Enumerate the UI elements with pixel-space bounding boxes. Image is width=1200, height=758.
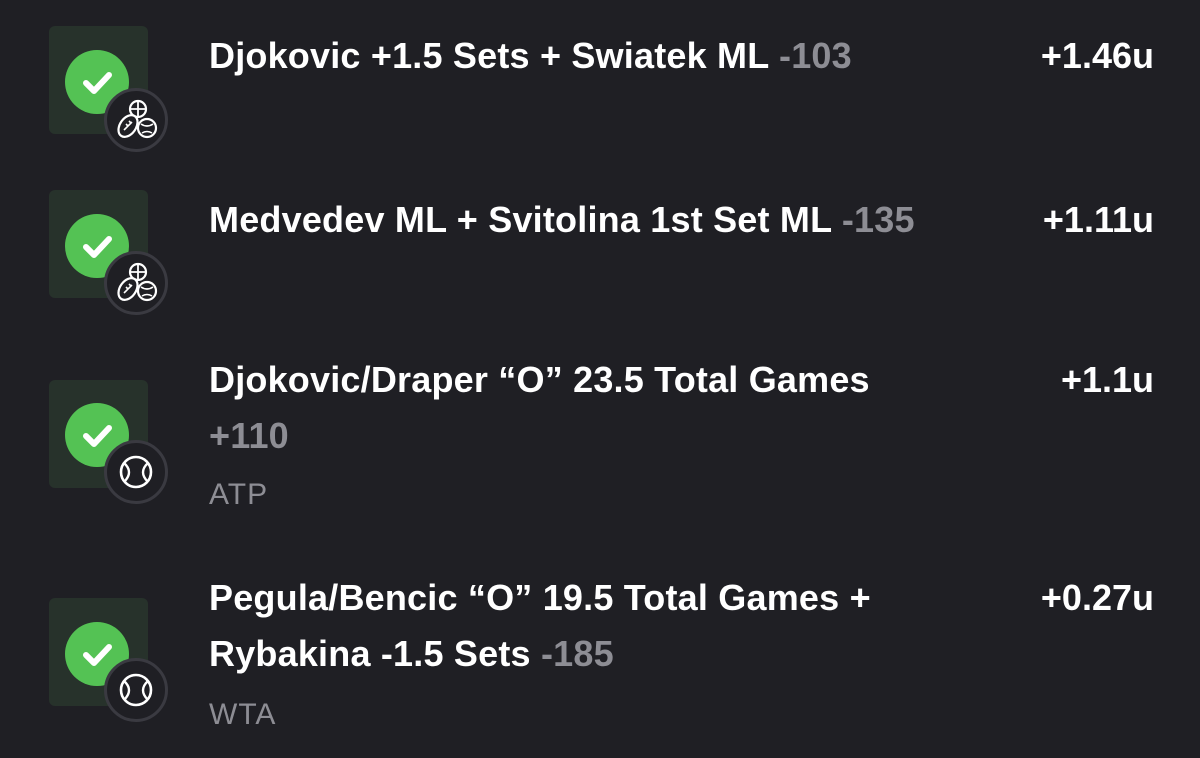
bet-odds: -135 [841,199,915,240]
league-label: ATP [209,478,269,511]
league-label: WTA [209,698,277,731]
units-result: +1.1u [1060,359,1154,400]
bet-description: Pegula/Bencic “O” 19.5 Total Games + [209,577,871,618]
bet-odds: +110 [209,415,289,456]
bet-odds: -103 [779,35,852,76]
units-result: +1.46u [1040,35,1154,76]
tennis-ball-icon [104,440,168,504]
bet-row[interactable]: Djokovic/Draper “O” 23.5 Total Games +11… [0,345,1200,535]
bet-title: Medvedev ML + Svitolina 1st Set ML -135 [209,192,969,248]
bet-row[interactable]: Medvedev ML + Svitolina 1st Set ML -135 … [0,165,1200,325]
bet-description-line2: Rybakina -1.5 Sets [209,633,531,674]
tennis-ball-icon [104,658,168,722]
bet-odds: -185 [540,633,614,674]
bet-row[interactable]: Pegula/Bencic “O” 19.5 Total Games + Ryb… [0,560,1200,758]
bet-title: Djokovic +1.5 Sets + Swiatek ML -103 [209,28,969,84]
units-result: +1.11u [1042,199,1154,240]
bet-title: Djokovic/Draper “O” 23.5 Total Games +11… [209,352,969,464]
multi-sport-icon [104,251,168,315]
bet-description: Djokovic +1.5 Sets + Swiatek ML [209,35,769,76]
multi-sport-icon [104,88,168,152]
bet-description: Medvedev ML + Svitolina 1st Set ML [209,199,832,240]
bet-title: Pegula/Bencic “O” 19.5 Total Games + Ryb… [209,570,969,682]
bet-row[interactable]: Djokovic +1.5 Sets + Swiatek ML -103 +1.… [0,0,1200,160]
units-result: +0.27u [1040,577,1154,618]
bet-description: Djokovic/Draper “O” 23.5 Total Games [209,359,870,400]
